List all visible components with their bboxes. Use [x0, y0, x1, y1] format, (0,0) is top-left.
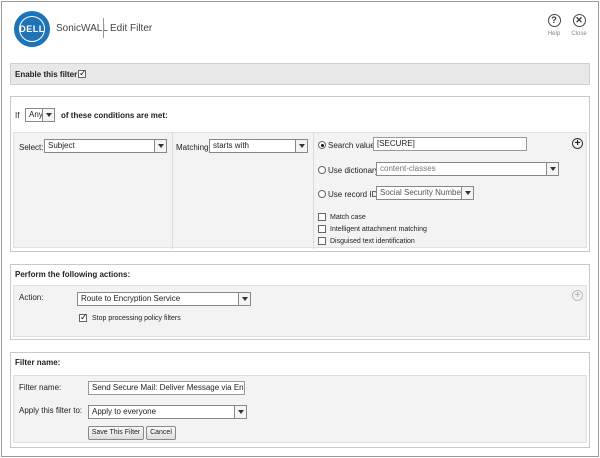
dell-logo-text: DELL [19, 24, 45, 34]
filter-name-heading: Filter name: [15, 358, 61, 367]
use-record-id-label: Use record ID: [328, 190, 380, 199]
chevron-down-icon [154, 140, 166, 152]
filter-name-label: Filter name: [19, 383, 62, 392]
actions-heading: Perform the following actions: [15, 270, 131, 279]
actions-section: Perform the following actions: Action: R… [10, 264, 590, 340]
chevron-down-icon [461, 187, 473, 199]
column-divider [313, 133, 314, 249]
intelligent-attachment-checkbox[interactable] [318, 225, 326, 233]
page-title: Edit Filter [110, 23, 153, 34]
action-dropdown[interactable]: Route to Encryption Service [77, 292, 251, 306]
matching-value: starts with [213, 141, 250, 150]
cancel-button[interactable]: Cancel [146, 426, 176, 440]
use-record-id-radio[interactable] [318, 190, 326, 198]
match-case-label: Match case [330, 214, 366, 221]
add-action-icon[interactable]: + [572, 290, 583, 301]
select-field-dropdown[interactable]: Subject [44, 139, 167, 153]
dictionary-dropdown[interactable]: content-classes [376, 162, 559, 176]
select-label: Select: [19, 143, 44, 152]
enable-filter-label: Enable this filter: [15, 70, 80, 79]
apply-filter-dropdown[interactable]: Apply to everyone [88, 405, 247, 419]
use-dictionary-radio[interactable] [318, 166, 326, 174]
apply-filter-value: Apply to everyone [92, 407, 157, 416]
dell-logo: DELL [14, 11, 50, 47]
save-filter-button[interactable]: Save This Filter [88, 426, 144, 440]
enable-filter-checkbox[interactable] [78, 68, 87, 79]
action-row: Action: Route to Encryption Service Stop… [13, 285, 587, 337]
match-case-checkbox[interactable] [318, 213, 326, 221]
match-any-select[interactable]: Any [25, 108, 55, 122]
chevron-down-icon [238, 293, 250, 305]
match-any-value: Any [29, 110, 43, 119]
header-bar: DELL SonicWALL Edit Filter ? Help ✕ Clos… [2, 2, 598, 56]
chevron-down-icon [234, 406, 246, 418]
condition-row: Select: Subject Matching: starts with Se… [13, 132, 587, 249]
enable-filter-row: Enable this filter: [10, 63, 590, 85]
action-value: Route to Encryption Service [81, 294, 181, 303]
matching-dropdown[interactable]: starts with [209, 139, 308, 153]
filter-name-row: Filter name: Send Secure Mail: Deliver M… [13, 375, 587, 443]
record-id-value: Social Security Number [380, 188, 464, 197]
help-label: Help [547, 31, 561, 37]
chevron-down-icon [295, 140, 307, 152]
close-label: Close [571, 31, 587, 37]
stop-processing-label: Stop processing policy filters [92, 315, 181, 322]
edit-filter-window: DELL SonicWALL Edit Filter ? Help ✕ Clos… [1, 1, 599, 457]
filter-name-input[interactable]: Send Secure Mail: Deliver Message via En… [88, 381, 245, 395]
if-label: If [15, 111, 20, 120]
search-value-input[interactable]: [SECURE] [373, 137, 527, 151]
help-button[interactable]: ? Help [543, 14, 565, 37]
use-dictionary-label: Use dictionary: [328, 166, 381, 175]
record-id-dropdown[interactable]: Social Security Number [376, 186, 474, 200]
apply-filter-label: Apply this filter to: [19, 406, 83, 415]
matching-label: Matching: [176, 143, 211, 152]
search-value-label: Search value: [328, 141, 377, 150]
add-condition-icon[interactable]: + [572, 138, 583, 149]
action-label: Action: [19, 293, 44, 302]
chevron-down-icon [42, 109, 54, 121]
chevron-down-icon [546, 163, 558, 175]
conditions-section: If Any of these conditions are met: Sele… [10, 96, 590, 252]
filter-name-section: Filter name: Filter name: Send Secure Ma… [10, 352, 590, 448]
intelligent-attachment-label: Intelligent attachment matching [330, 226, 427, 233]
stop-processing-checkbox[interactable] [79, 312, 88, 323]
conditions-heading: of these conditions are met: [61, 111, 168, 120]
disguised-text-label: Disguised text identification [330, 238, 415, 245]
brand-name: SonicWALL [56, 23, 108, 34]
disguised-text-checkbox[interactable] [318, 237, 326, 245]
close-icon: ✕ [572, 14, 586, 27]
close-button[interactable]: ✕ Close [568, 14, 590, 37]
column-divider [172, 133, 173, 249]
select-field-value: Subject [48, 141, 75, 150]
dictionary-value: content-classes [380, 164, 436, 173]
search-value-radio[interactable] [318, 141, 326, 149]
help-icon: ? [547, 14, 561, 27]
header-divider [103, 18, 104, 38]
